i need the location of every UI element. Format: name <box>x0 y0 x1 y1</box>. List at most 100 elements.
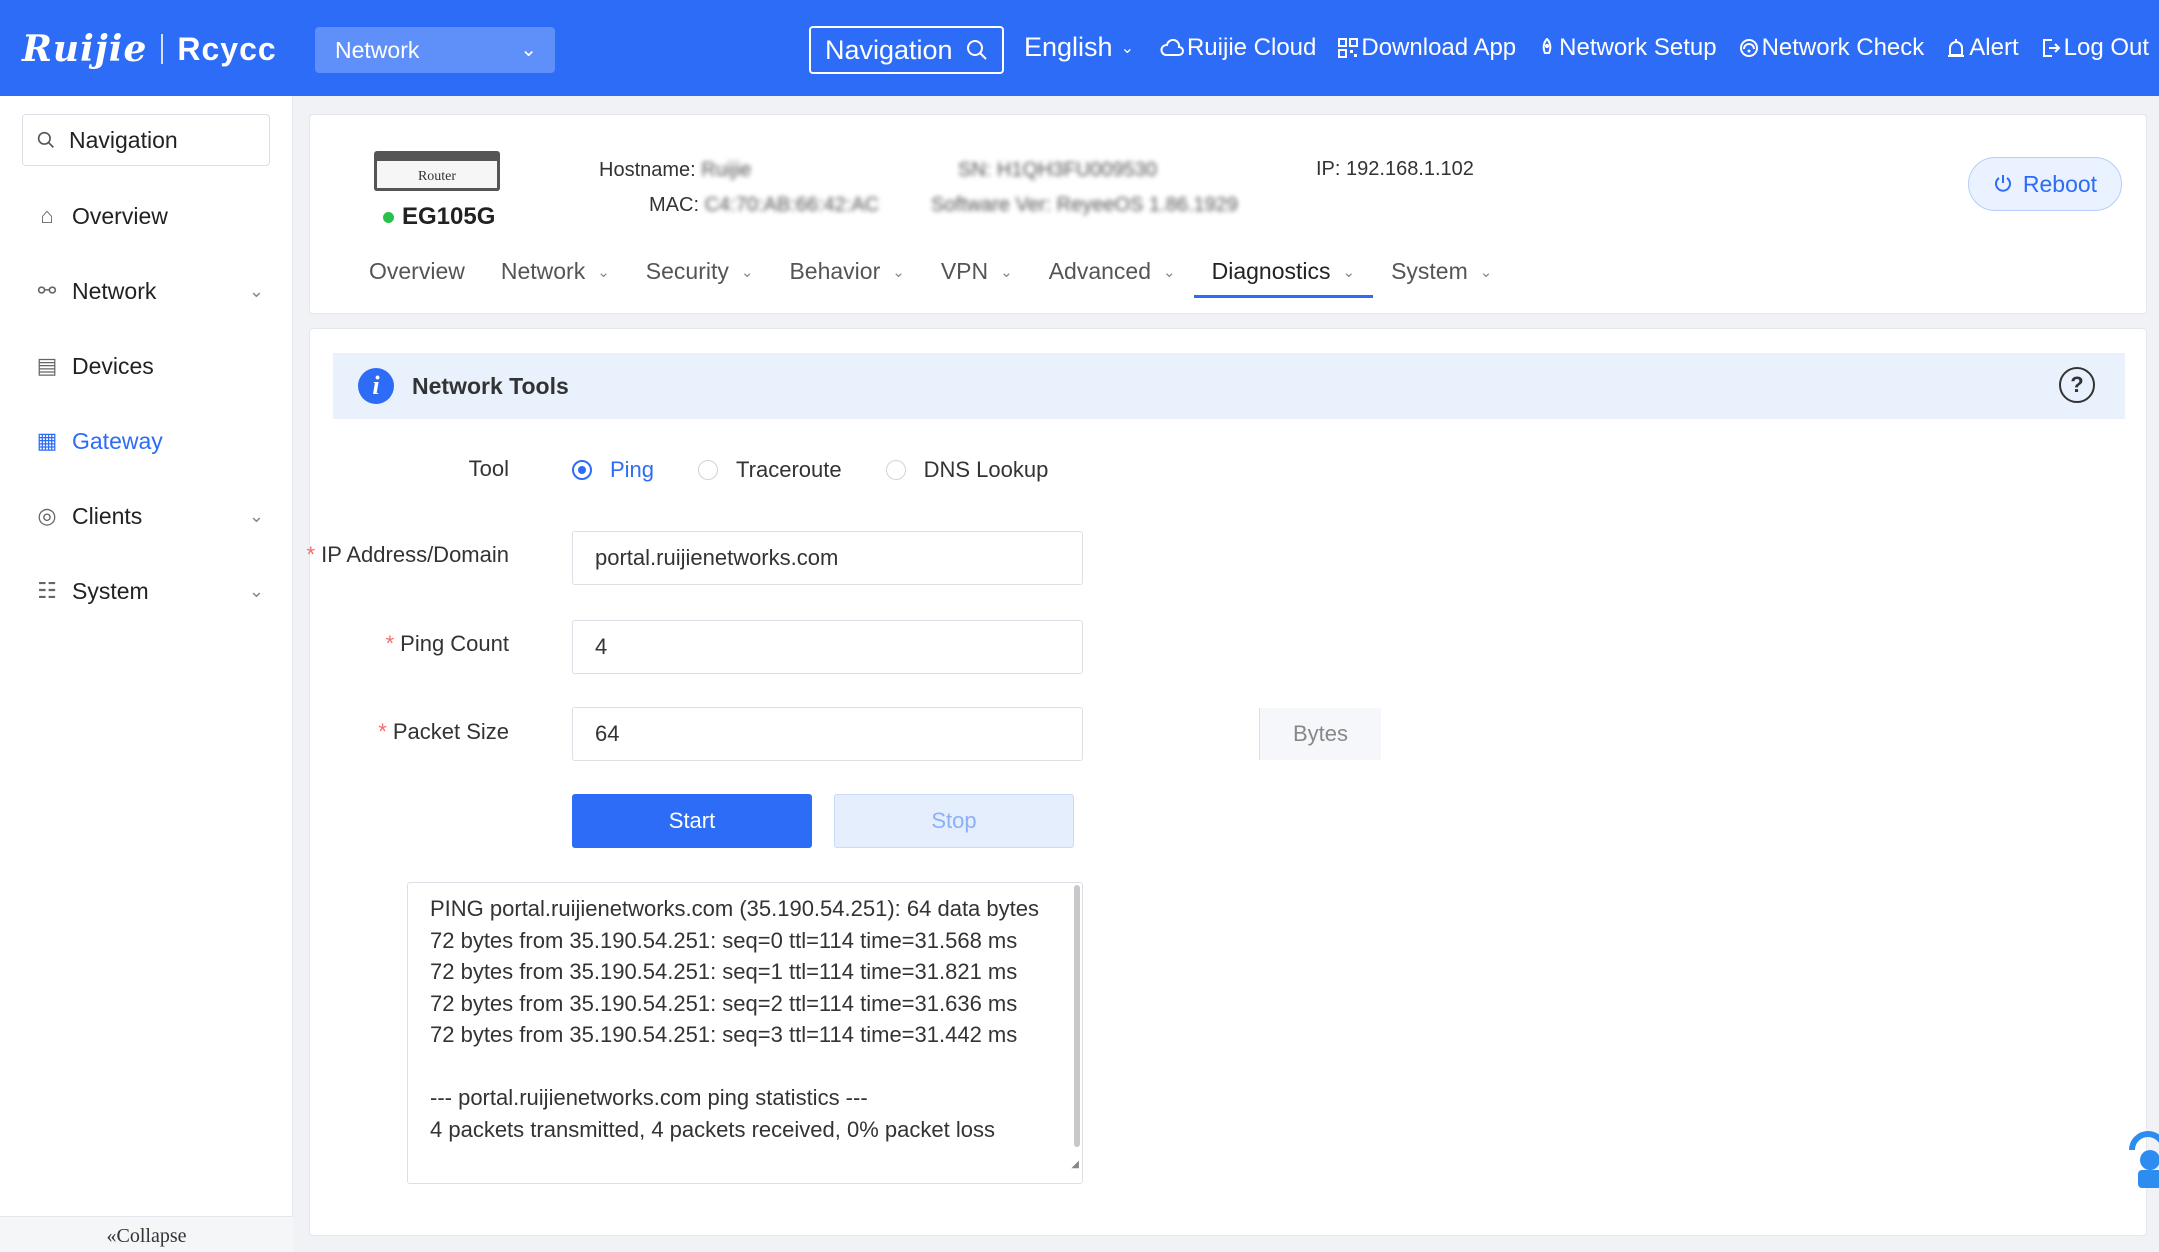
device-card: Router EG105G Hostname: Ruijie MAC: C4:7… <box>309 114 2147 314</box>
software-value: ReyeeOS 1.86.1929 <box>1056 194 1238 216</box>
sn-label: SN: <box>958 159 992 181</box>
sn-row: SN: H1QH3FU009530 <box>958 159 1157 182</box>
cloud-icon <box>1160 38 1184 56</box>
tab-system[interactable]: System ⌄ <box>1373 258 1510 306</box>
output-line: 4 packets transmitted, 4 packets receive… <box>430 1116 995 1142</box>
logout-icon <box>2042 38 2061 57</box>
sidebar-item-network[interactable]: ⚯ Network ⌄ <box>34 271 264 311</box>
tab-behavior[interactable]: Behavior ⌄ <box>771 258 922 306</box>
network-check-icon <box>1739 38 1758 57</box>
tab-advanced[interactable]: Advanced ⌄ <box>1031 258 1194 306</box>
output-line: PING portal.ruijienetworks.com (35.190.5… <box>430 896 1039 921</box>
tab-diagnostics[interactable]: Diagnostics ⌄ <box>1193 258 1374 306</box>
chevron-down-icon: ⌄ <box>597 264 610 281</box>
alert-link[interactable]: Alert <box>1946 33 2019 62</box>
device-model-name: EG105G <box>402 203 496 230</box>
tab-security[interactable]: Security ⌄ <box>628 258 772 306</box>
tab-label: Security <box>645 258 729 284</box>
ping-count-input[interactable]: 4 <box>572 620 1083 674</box>
support-assistant-icon[interactable] <box>2124 1120 2159 1190</box>
stop-button[interactable]: Stop <box>834 794 1074 848</box>
chevron-down-icon: ⌄ <box>1000 264 1013 281</box>
network-select[interactable]: Network ⌄ <box>315 27 555 73</box>
chevron-down-icon: ⌄ <box>1342 264 1356 281</box>
logout-link[interactable]: Log Out <box>2041 34 2149 62</box>
download-app-link[interactable]: Download App <box>1338 34 1516 62</box>
collapse-sidebar-button[interactable]: «Collapse <box>0 1216 293 1252</box>
required-asterisk: * <box>306 542 316 567</box>
ip-address-input[interactable]: portal.ruijienetworks.com <box>572 531 1083 585</box>
required-asterisk: * <box>378 719 387 744</box>
ip-row: IP: 192.168.1.102 <box>1316 158 1474 181</box>
info-icon: i <box>358 368 394 404</box>
output-blank-line <box>430 1051 1060 1083</box>
alarm-icon <box>1948 38 1965 57</box>
sidebar-item-clients[interactable]: ◎ Clients ⌄ <box>34 496 264 536</box>
output-scrollbar[interactable] <box>1074 885 1080 1147</box>
online-status-dot <box>383 211 394 223</box>
brand-logo[interactable]: Ruijie Rcycc <box>22 28 277 70</box>
network-setup-link[interactable]: Network Setup <box>1538 33 1717 62</box>
radio-traceroute[interactable]: Traceroute <box>698 457 842 483</box>
hostname-label: Hostname: <box>599 159 696 181</box>
reboot-button[interactable]: Reboot <box>1968 157 2122 211</box>
sidebar-item-label: Devices <box>72 352 154 379</box>
tab-label: Network <box>500 258 586 284</box>
main-tabs: Overview Network ⌄ Security ⌄ Behavior ⌄ VP… <box>351 258 1510 306</box>
router-image-label: Router <box>417 169 457 184</box>
tab-overview[interactable]: Overview <box>351 258 483 306</box>
radio-dns-lookup[interactable]: DNS Lookup <box>885 457 1049 483</box>
ruijie-cloud-link[interactable]: Ruijie Cloud <box>1160 34 1316 62</box>
help-icon[interactable]: ? <box>2059 367 2095 403</box>
reboot-label: Reboot <box>2022 170 2098 197</box>
ip-label: IP: <box>1316 158 1341 180</box>
radio-ping[interactable]: Ping <box>572 457 654 483</box>
tool-label: Tool <box>468 456 509 481</box>
sidebar-item-label: Network <box>72 277 157 304</box>
mac-row: MAC: C4:70:AB:66:42:AC <box>649 194 879 217</box>
chevron-down-icon: ⌄ <box>1163 264 1176 281</box>
required-asterisk: * <box>385 631 395 656</box>
sidebar-item-gateway[interactable]: ▦ Gateway <box>34 421 264 461</box>
resize-handle-icon[interactable]: ◢ <box>1071 1149 1079 1181</box>
ping-output-textarea[interactable]: PING portal.ruijienetworks.com (35.190.5… <box>407 882 1083 1184</box>
collapse-label: Collapse <box>116 1225 187 1247</box>
gateway-icon: ▦ <box>36 428 58 453</box>
chevron-down-icon: ⌄ <box>520 39 537 61</box>
sidebar-item-system[interactable]: ☷ System ⌄ <box>34 571 264 611</box>
top-links: English ⌄ Ruijie Cloud Download App Netw… <box>1024 32 2159 63</box>
rocket-icon <box>1542 37 1552 54</box>
software-label: Software Ver: <box>931 194 1052 216</box>
sidebar-item-devices[interactable]: ▤ Devices <box>34 346 264 386</box>
radio-label: DNS Lookup <box>923 457 1049 482</box>
alert-label: Alert <box>1969 33 2019 61</box>
network-tools-panel: i Network Tools ? Tool Ping Traceroute D… <box>306 328 2147 1236</box>
tab-label: System <box>1391 258 1468 284</box>
tab-network[interactable]: Network ⌄ <box>483 258 628 306</box>
ip-value: 192.168.1.102 <box>1346 158 1474 180</box>
start-button[interactable]: Start <box>572 794 812 848</box>
packet-size-input[interactable]: 64 Bytes <box>572 707 1381 761</box>
search-icon <box>967 40 987 60</box>
output-line: 72 bytes from 35.190.54.251: seq=2 ttl=1… <box>430 990 1018 1016</box>
tab-label: Diagnostics <box>1211 258 1331 284</box>
sidebar-item-overview[interactable]: ⌂ Overview <box>34 196 264 236</box>
tab-label: Behavior <box>789 258 881 284</box>
radio-circle <box>885 460 906 480</box>
radio-circle <box>572 460 592 480</box>
network-check-label: Network Check <box>1761 33 1925 61</box>
chevron-down-icon: ⌄ <box>248 580 264 601</box>
output-line: 72 bytes from 35.190.54.251: seq=3 ttl=1… <box>430 1022 1018 1047</box>
radio-label: Traceroute <box>736 457 842 482</box>
ip-address-label-text: IP Address/Domain <box>321 542 509 567</box>
qr-code-icon <box>1338 37 1359 58</box>
sidebar-search[interactable]: Navigation <box>22 114 270 166</box>
navigation-search-button[interactable]: Navigation <box>809 26 1004 74</box>
tab-label: Overview <box>369 258 465 284</box>
packet-size-label-text: Packet Size <box>392 719 509 744</box>
packet-size-unit: Bytes <box>1259 708 1381 760</box>
language-select[interactable]: English ⌄ <box>1024 32 1134 63</box>
tab-vpn[interactable]: VPN ⌄ <box>923 258 1031 306</box>
network-check-link[interactable]: Network Check <box>1739 33 1925 62</box>
network-setup-label: Network Setup <box>1559 33 1717 61</box>
